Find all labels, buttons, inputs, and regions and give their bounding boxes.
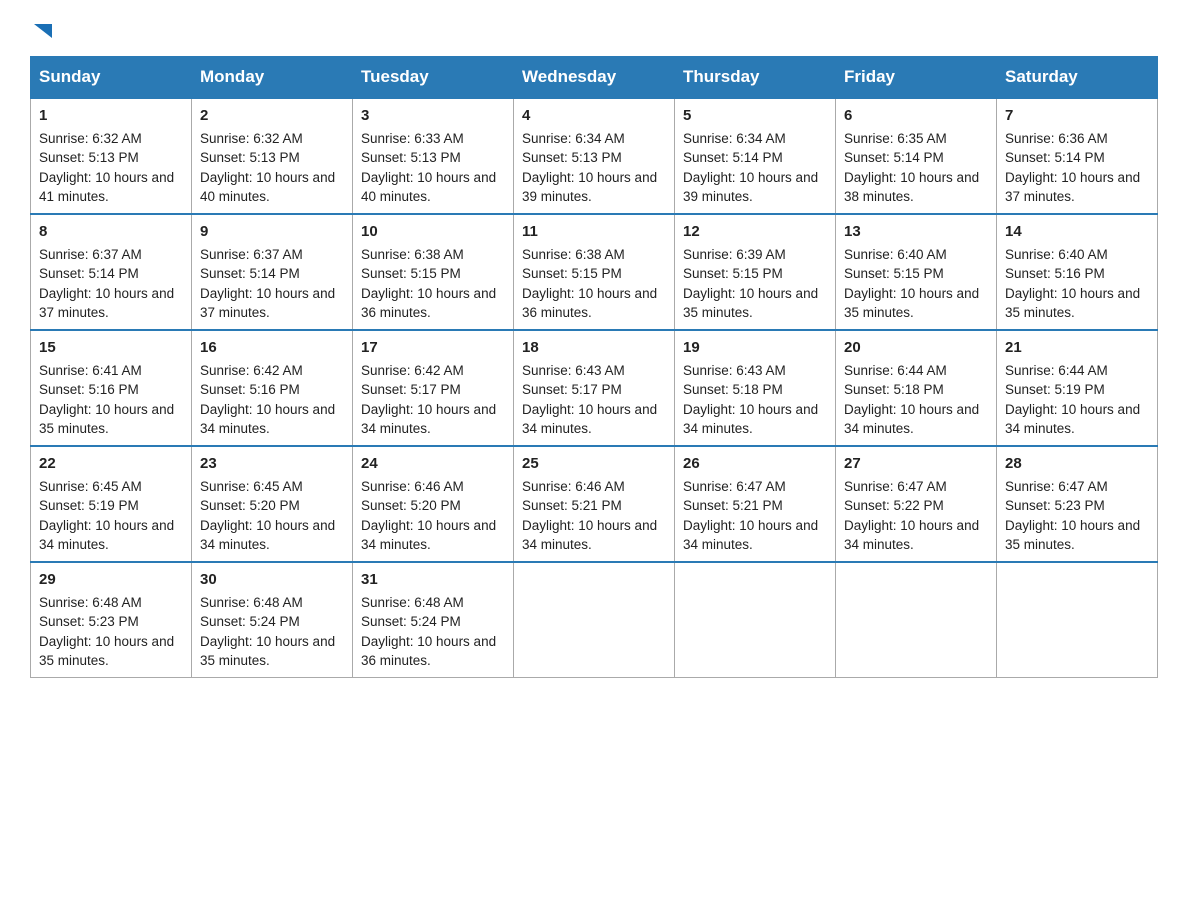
day-number: 5: [683, 105, 827, 127]
day-number: 11: [522, 221, 666, 243]
calendar-cell: 20Sunrise: 6:44 AMSunset: 5:18 PMDayligh…: [836, 330, 997, 446]
calendar-cell: [836, 562, 997, 678]
calendar-cell: [514, 562, 675, 678]
calendar-cell: 18Sunrise: 6:43 AMSunset: 5:17 PMDayligh…: [514, 330, 675, 446]
calendar-cell: 23Sunrise: 6:45 AMSunset: 5:20 PMDayligh…: [192, 446, 353, 562]
calendar-cell: 10Sunrise: 6:38 AMSunset: 5:15 PMDayligh…: [353, 214, 514, 330]
day-number: 12: [683, 221, 827, 243]
calendar-cell: 25Sunrise: 6:46 AMSunset: 5:21 PMDayligh…: [514, 446, 675, 562]
day-number: 23: [200, 453, 344, 475]
day-number: 4: [522, 105, 666, 127]
page-header: [30, 20, 1158, 46]
calendar-cell: 28Sunrise: 6:47 AMSunset: 5:23 PMDayligh…: [997, 446, 1158, 562]
day-number: 31: [361, 569, 505, 591]
calendar-cell: 24Sunrise: 6:46 AMSunset: 5:20 PMDayligh…: [353, 446, 514, 562]
day-number: 6: [844, 105, 988, 127]
calendar-week-row: 22Sunrise: 6:45 AMSunset: 5:19 PMDayligh…: [31, 446, 1158, 562]
day-number: 30: [200, 569, 344, 591]
calendar-cell: 4Sunrise: 6:34 AMSunset: 5:13 PMDaylight…: [514, 98, 675, 214]
calendar-cell: 16Sunrise: 6:42 AMSunset: 5:16 PMDayligh…: [192, 330, 353, 446]
weekday-header-tuesday: Tuesday: [353, 57, 514, 99]
day-number: 16: [200, 337, 344, 359]
day-number: 25: [522, 453, 666, 475]
calendar-cell: 9Sunrise: 6:37 AMSunset: 5:14 PMDaylight…: [192, 214, 353, 330]
calendar-cell: [997, 562, 1158, 678]
calendar-cell: 7Sunrise: 6:36 AMSunset: 5:14 PMDaylight…: [997, 98, 1158, 214]
calendar-cell: 19Sunrise: 6:43 AMSunset: 5:18 PMDayligh…: [675, 330, 836, 446]
day-number: 28: [1005, 453, 1149, 475]
calendar-cell: 3Sunrise: 6:33 AMSunset: 5:13 PMDaylight…: [353, 98, 514, 214]
calendar-cell: 8Sunrise: 6:37 AMSunset: 5:14 PMDaylight…: [31, 214, 192, 330]
day-number: 2: [200, 105, 344, 127]
day-number: 10: [361, 221, 505, 243]
day-number: 3: [361, 105, 505, 127]
day-number: 20: [844, 337, 988, 359]
day-number: 29: [39, 569, 183, 591]
day-number: 14: [1005, 221, 1149, 243]
day-number: 24: [361, 453, 505, 475]
calendar-cell: 30Sunrise: 6:48 AMSunset: 5:24 PMDayligh…: [192, 562, 353, 678]
calendar-cell: 2Sunrise: 6:32 AMSunset: 5:13 PMDaylight…: [192, 98, 353, 214]
calendar-cell: 1Sunrise: 6:32 AMSunset: 5:13 PMDaylight…: [31, 98, 192, 214]
calendar-cell: 22Sunrise: 6:45 AMSunset: 5:19 PMDayligh…: [31, 446, 192, 562]
day-number: 7: [1005, 105, 1149, 127]
calendar-cell: 31Sunrise: 6:48 AMSunset: 5:24 PMDayligh…: [353, 562, 514, 678]
day-number: 21: [1005, 337, 1149, 359]
calendar-week-row: 29Sunrise: 6:48 AMSunset: 5:23 PMDayligh…: [31, 562, 1158, 678]
calendar-cell: 14Sunrise: 6:40 AMSunset: 5:16 PMDayligh…: [997, 214, 1158, 330]
calendar-cell: 17Sunrise: 6:42 AMSunset: 5:17 PMDayligh…: [353, 330, 514, 446]
calendar-cell: 6Sunrise: 6:35 AMSunset: 5:14 PMDaylight…: [836, 98, 997, 214]
logo-triangle-icon: [32, 20, 54, 42]
calendar-week-row: 1Sunrise: 6:32 AMSunset: 5:13 PMDaylight…: [31, 98, 1158, 214]
day-number: 18: [522, 337, 666, 359]
weekday-header-saturday: Saturday: [997, 57, 1158, 99]
weekday-header-thursday: Thursday: [675, 57, 836, 99]
weekday-header-wednesday: Wednesday: [514, 57, 675, 99]
day-number: 17: [361, 337, 505, 359]
day-number: 13: [844, 221, 988, 243]
day-number: 8: [39, 221, 183, 243]
calendar-cell: 21Sunrise: 6:44 AMSunset: 5:19 PMDayligh…: [997, 330, 1158, 446]
calendar-cell: 29Sunrise: 6:48 AMSunset: 5:23 PMDayligh…: [31, 562, 192, 678]
day-number: 22: [39, 453, 183, 475]
calendar-cell: 15Sunrise: 6:41 AMSunset: 5:16 PMDayligh…: [31, 330, 192, 446]
weekday-header-monday: Monday: [192, 57, 353, 99]
calendar-cell: 5Sunrise: 6:34 AMSunset: 5:14 PMDaylight…: [675, 98, 836, 214]
weekday-header-sunday: Sunday: [31, 57, 192, 99]
day-number: 26: [683, 453, 827, 475]
calendar-cell: 12Sunrise: 6:39 AMSunset: 5:15 PMDayligh…: [675, 214, 836, 330]
logo: [30, 20, 54, 46]
day-number: 19: [683, 337, 827, 359]
day-number: 1: [39, 105, 183, 127]
calendar-week-row: 8Sunrise: 6:37 AMSunset: 5:14 PMDaylight…: [31, 214, 1158, 330]
calendar-cell: 13Sunrise: 6:40 AMSunset: 5:15 PMDayligh…: [836, 214, 997, 330]
calendar-header-row: SundayMondayTuesdayWednesdayThursdayFrid…: [31, 57, 1158, 99]
calendar-table: SundayMondayTuesdayWednesdayThursdayFrid…: [30, 56, 1158, 678]
weekday-header-friday: Friday: [836, 57, 997, 99]
calendar-cell: [675, 562, 836, 678]
day-number: 27: [844, 453, 988, 475]
calendar-cell: 27Sunrise: 6:47 AMSunset: 5:22 PMDayligh…: [836, 446, 997, 562]
calendar-cell: 26Sunrise: 6:47 AMSunset: 5:21 PMDayligh…: [675, 446, 836, 562]
day-number: 9: [200, 221, 344, 243]
day-number: 15: [39, 337, 183, 359]
calendar-week-row: 15Sunrise: 6:41 AMSunset: 5:16 PMDayligh…: [31, 330, 1158, 446]
calendar-cell: 11Sunrise: 6:38 AMSunset: 5:15 PMDayligh…: [514, 214, 675, 330]
